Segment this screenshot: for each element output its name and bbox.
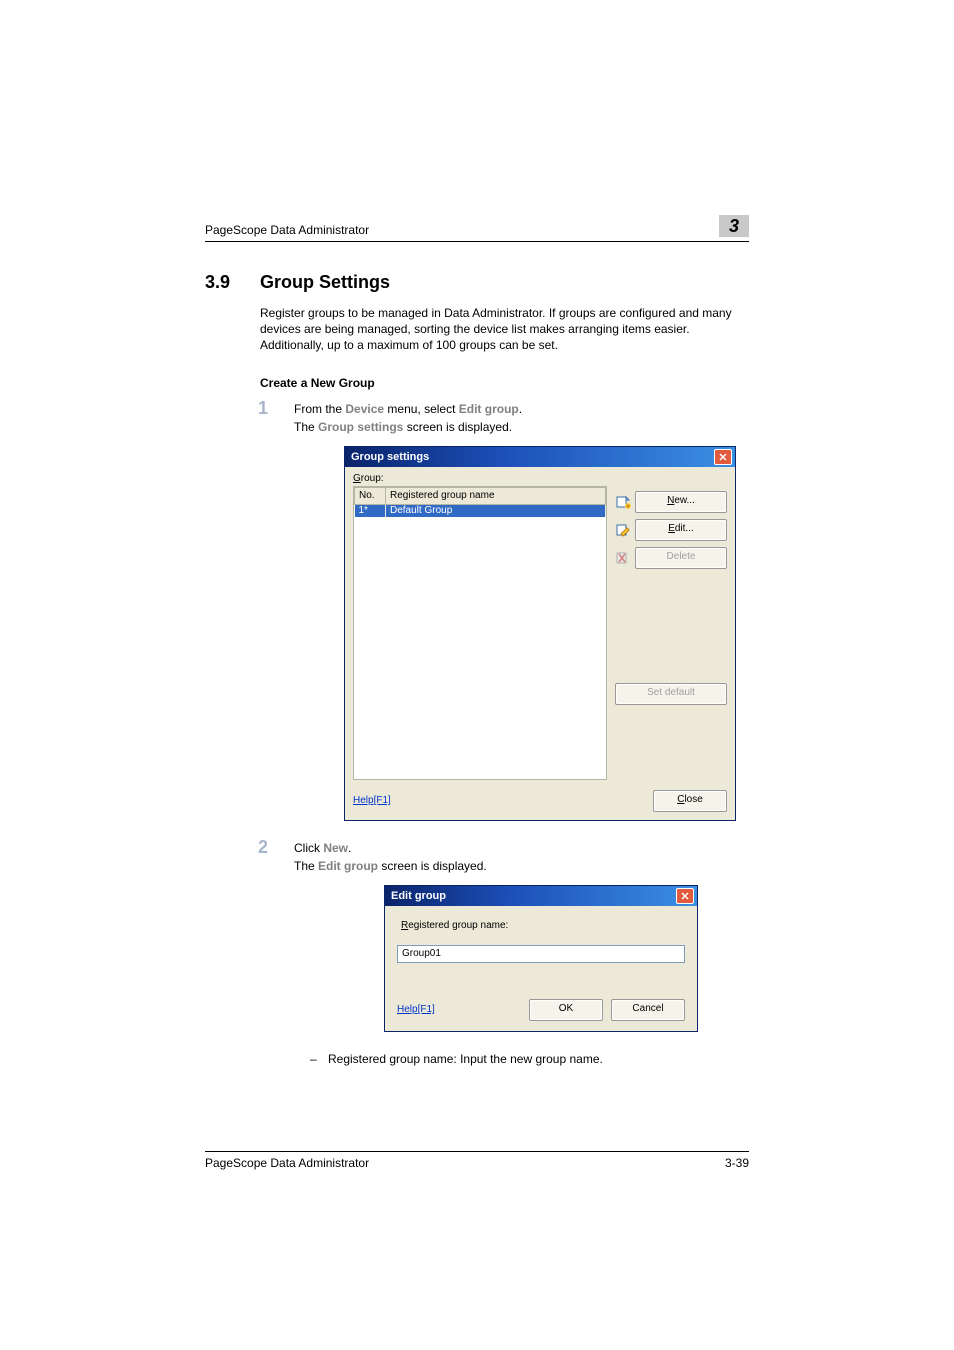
footer-page: 3-39	[725, 1156, 749, 1170]
running-footer: PageScope Data Administrator 3-39	[205, 1151, 749, 1170]
section-title: Group Settings	[260, 272, 390, 292]
group-settings-dialog: Group settings Group: No.	[344, 446, 736, 821]
chapter-number: 3	[719, 215, 749, 237]
close-dialog-button[interactable]: Close	[653, 790, 727, 812]
ok-button[interactable]: OK	[529, 999, 603, 1021]
cancel-button[interactable]: Cancel	[611, 999, 685, 1021]
edit-icon	[615, 522, 631, 538]
bullet-note: Registered group name: Input the new gro…	[328, 1052, 749, 1066]
dialog-title: Edit group	[391, 890, 446, 902]
dialog-title: Group settings	[351, 451, 429, 463]
step-2-line-2: The Edit group screen is displayed.	[294, 859, 749, 873]
registered-group-name-label: Registered group name:	[401, 920, 685, 931]
group-table[interactable]: No. Registered group name 1* Default Gro…	[353, 486, 607, 780]
step-2-line-1: Click New.	[294, 841, 749, 855]
footer-product: PageScope Data Administrator	[205, 1156, 369, 1170]
close-icon	[681, 892, 689, 900]
set-default-button: Set default	[615, 683, 727, 705]
group-name-input[interactable]	[397, 945, 685, 963]
dialog-titlebar: Group settings	[345, 447, 735, 467]
dialog-titlebar: Edit group	[385, 886, 697, 906]
step-number: 2	[258, 837, 268, 858]
section-number: 3.9	[205, 272, 260, 293]
delete-icon	[615, 550, 631, 566]
step-2: 2 Click New. The Edit group screen is di…	[260, 841, 749, 1066]
group-label: Group:	[353, 473, 607, 484]
delete-button: Delete	[635, 547, 727, 569]
new-icon	[615, 494, 631, 510]
step-1-line-1: From the Device menu, select Edit group.	[294, 402, 749, 416]
help-link[interactable]: Help[F1]	[397, 1004, 435, 1015]
subheading: Create a New Group	[260, 376, 749, 390]
close-button[interactable]	[676, 888, 694, 904]
help-link[interactable]: Help[F1]	[353, 795, 391, 806]
close-button[interactable]	[714, 449, 732, 465]
running-header: PageScope Data Administrator 3	[205, 215, 749, 242]
close-icon	[719, 453, 727, 461]
edit-button[interactable]: Edit...	[635, 519, 727, 541]
header-product: PageScope Data Administrator	[205, 223, 369, 237]
step-number: 1	[258, 398, 268, 419]
edit-group-dialog: Edit group Registered group name: Help[F…	[384, 885, 698, 1032]
intro-paragraph: Register groups to be managed in Data Ad…	[260, 305, 749, 354]
col-no: No.	[355, 487, 386, 504]
step-1-line-2: The Group settings screen is displayed.	[294, 420, 749, 434]
section-heading: 3.9Group Settings	[205, 272, 749, 293]
new-button[interactable]: New...	[635, 491, 727, 513]
table-row[interactable]: 1* Default Group	[355, 504, 606, 517]
step-1: 1 From the Device menu, select Edit grou…	[260, 402, 749, 821]
col-name: Registered group name	[386, 487, 606, 504]
